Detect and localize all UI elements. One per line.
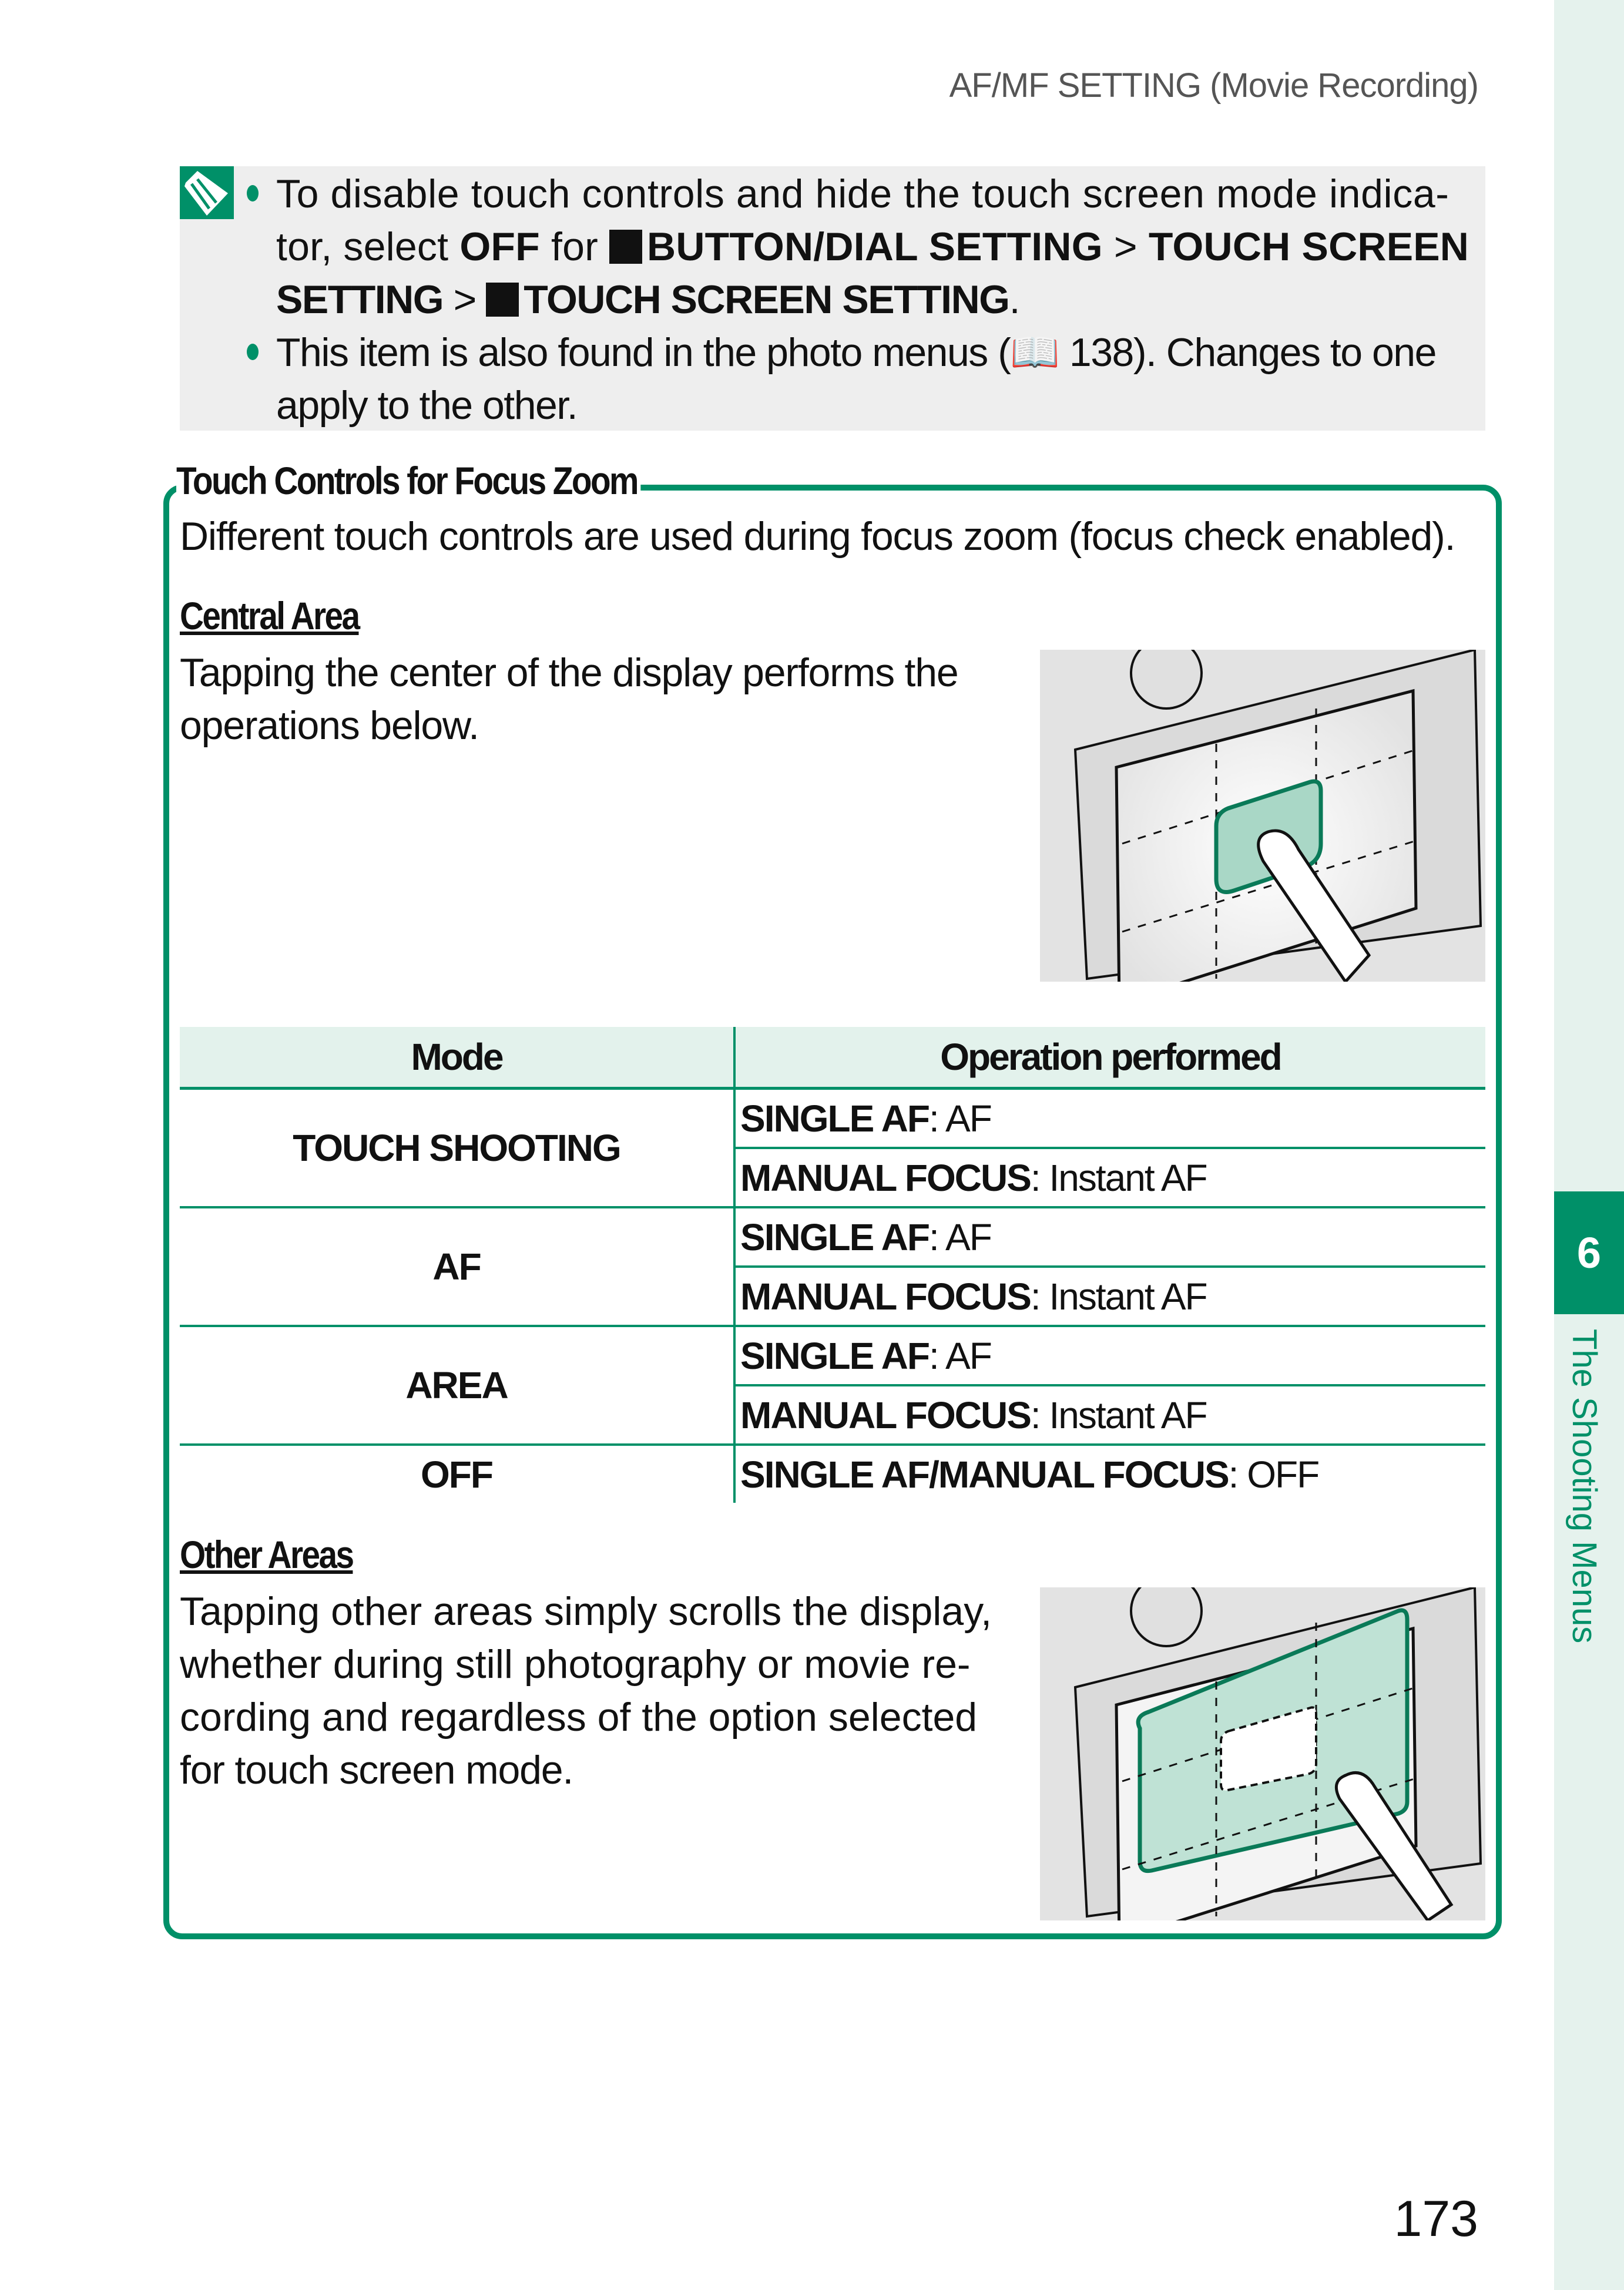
column-header-operation: Operation performed [734, 1027, 1485, 1090]
menu-item: TOUCH SCREEN [1148, 224, 1469, 269]
page-reference[interactable]: 138). Changes to one [1059, 330, 1437, 375]
menu-value: OFF [459, 224, 540, 269]
note-text: apply to the other. [276, 383, 578, 428]
body-text: Tapping other areas simply scrolls the d… [180, 1589, 992, 1634]
body-text: for touch screen mode. [180, 1748, 573, 1792]
note-text: . [1009, 277, 1021, 322]
column-header-mode: Mode [180, 1027, 736, 1090]
camera-icon [486, 283, 519, 317]
operation-cell: SINGLE AF: AF [734, 1088, 1485, 1149]
body-text: whether during still photography or movi… [180, 1642, 971, 1687]
operation-value: : Instant AF [1030, 1394, 1208, 1436]
operation-cell: SINGLE AF/MANUAL FOCUS: OFF [734, 1445, 1485, 1503]
operation-cell: MANUAL FOCUS: Instant AF [734, 1267, 1485, 1327]
operation-value: : AF [928, 1097, 992, 1140]
section-intro: Different touch controls are used during… [180, 514, 1455, 559]
mode-cell: OFF [180, 1445, 736, 1503]
mode-cell: TOUCH SHOOTING [180, 1088, 736, 1208]
central-area-touch-illustration [1040, 650, 1485, 982]
book-page-ref-icon: 📖 [1010, 330, 1060, 375]
mode-cell: AF [180, 1207, 736, 1327]
table-row: AREA SINGLE AF: AF [180, 1326, 1485, 1446]
operation-value: : AF [928, 1215, 992, 1258]
body-text: cording and regardless of the option sel… [180, 1695, 978, 1740]
other-areas-heading: Other Areas [180, 1533, 354, 1576]
separator: > [443, 277, 486, 322]
bullet-icon [247, 185, 259, 202]
table-row: TOUCH SHOOTING SINGLE AF: AF [180, 1088, 1485, 1208]
bullet-icon [247, 344, 259, 360]
note-text: To disable touch controls and hide the t… [276, 172, 1449, 216]
menu-item: TOUCH SCREEN SETTING [524, 277, 1010, 322]
menu-name: BUTTON/DIAL SETTING [647, 224, 1103, 269]
operations-table: Mode Operation performed TOUCH SHOOTING … [180, 1027, 1485, 1503]
operation-value: : Instant AF [1030, 1156, 1208, 1199]
chapter-number: 6 [1576, 1228, 1602, 1277]
operation-value: : OFF [1228, 1453, 1320, 1496]
body-text: operations below. [180, 703, 479, 748]
chapter-title: The Shooting Menus [1565, 1329, 1603, 1644]
note-pencil-icon [180, 166, 234, 219]
other-areas-touch-illustration [1040, 1587, 1485, 1920]
page-number: 173 [1394, 2191, 1479, 2247]
mode-cell: AREA [180, 1326, 736, 1446]
menu-item: SETTING [276, 277, 444, 322]
section-title: Touch Controls for Focus Zoom [176, 458, 641, 503]
focus-mode-label: SINGLE AF [740, 1215, 930, 1258]
chapter-side-strip [1554, 0, 1624, 2290]
chapter-tab: 6 [1554, 1191, 1624, 1314]
note-text: This item is also found in the photo men… [276, 330, 1011, 375]
running-head: AF/MF SETTING (Movie Recording) [949, 66, 1479, 105]
operation-value: : AF [928, 1334, 992, 1377]
operation-cell: MANUAL FOCUS: Instant AF [734, 1148, 1485, 1208]
body-text: Tapping the center of the display perfor… [180, 650, 959, 695]
note-text: SETTING > TOUCH SCREEN SETTING. [276, 273, 1481, 326]
operation-value: : Instant AF [1030, 1275, 1208, 1318]
focus-mode-label: SINGLE AF [740, 1334, 930, 1377]
operation-cell: MANUAL FOCUS: Instant AF [734, 1385, 1485, 1446]
operation-cell: SINGLE AF: AF [734, 1207, 1485, 1268]
table-row: AF SINGLE AF: AF [180, 1207, 1485, 1327]
central-area-heading: Central Area [180, 594, 360, 637]
table-row: OFF SINGLE AF/MANUAL FOCUS: OFF [180, 1445, 1485, 1503]
operation-cell: SINGLE AF: AF [734, 1326, 1485, 1386]
focus-mode-label: MANUAL FOCUS [740, 1156, 1032, 1199]
note-text: tor, select OFF for BUTTON/DIAL SETTING … [276, 220, 1481, 273]
focus-mode-label: MANUAL FOCUS [740, 1394, 1032, 1436]
note-text: tor, select [276, 224, 460, 269]
wrench-setup-icon [609, 230, 643, 264]
separator: > [1102, 224, 1149, 269]
note-text: This item is also found in the photo men… [276, 326, 1481, 379]
note-text: for [539, 224, 610, 269]
focus-mode-label: MANUAL FOCUS [740, 1275, 1032, 1318]
focus-mode-label: SINGLE AF [740, 1097, 930, 1140]
focus-mode-label: SINGLE AF/MANUAL FOCUS [740, 1453, 1230, 1496]
